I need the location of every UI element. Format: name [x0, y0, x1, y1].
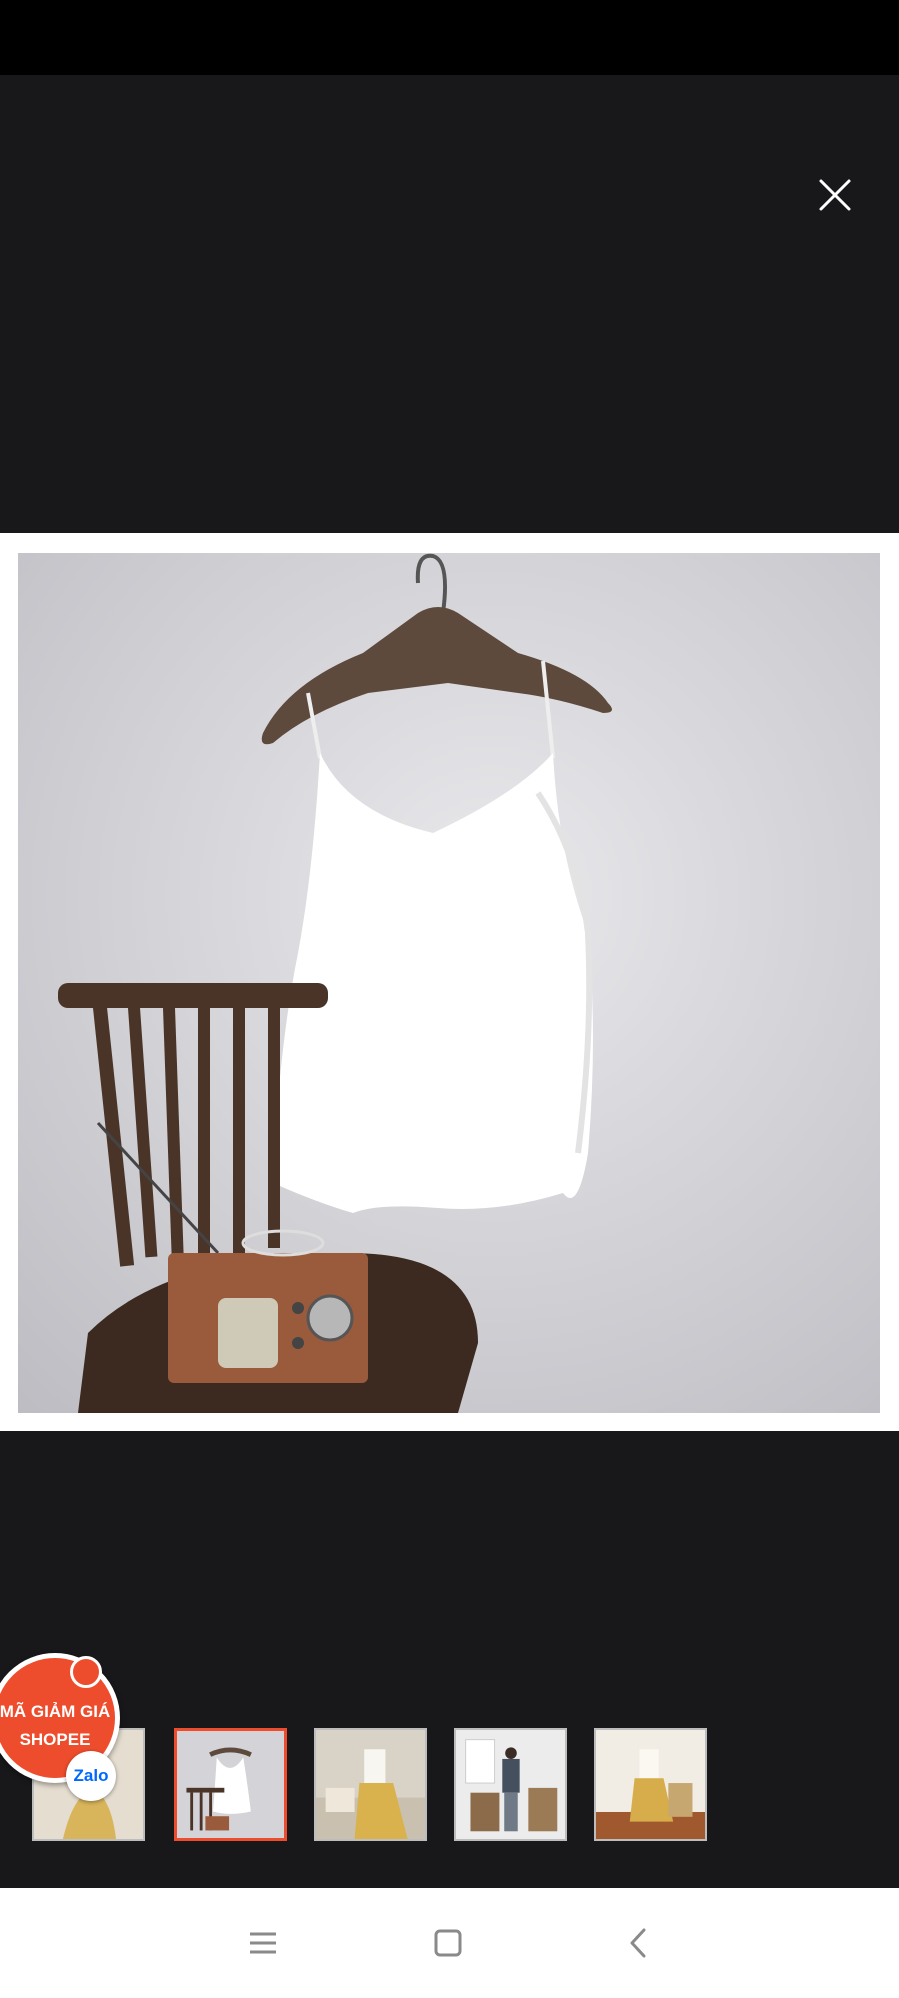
shopee-voucher-badge[interactable]: MÃ GIẢM GIÁ SHOPEE Zalo: [0, 1653, 126, 1801]
status-bar: [0, 0, 899, 75]
home-icon: [434, 1929, 462, 1957]
back-button[interactable]: [614, 1918, 664, 1968]
product-photo: [18, 553, 880, 1413]
thumbnail-strip: [0, 1728, 899, 1843]
menu-button[interactable]: [238, 1918, 288, 1968]
menu-icon: [250, 1932, 276, 1954]
thumbnail-4[interactable]: [454, 1728, 567, 1841]
promo-text: MÃ GIẢM GIÁ SHOPEE: [0, 1698, 112, 1754]
thumbnail-3-image: [316, 1730, 425, 1839]
promo-line-2: SHOPEE: [19, 1730, 91, 1749]
thumbnail-4-image: [456, 1730, 565, 1839]
thumbnail-3[interactable]: [314, 1728, 427, 1841]
system-navigation-bar: [0, 1888, 899, 1998]
zalo-label: Zalo: [73, 1766, 109, 1785]
main-product-image[interactable]: [0, 533, 899, 1431]
thumbnail-2[interactable]: [174, 1728, 287, 1841]
thumbnail-5-image: [596, 1730, 705, 1839]
close-button[interactable]: [805, 165, 865, 225]
close-icon: [819, 179, 851, 211]
back-icon: [630, 1928, 646, 1958]
thumbnail-5[interactable]: [594, 1728, 707, 1841]
promo-line-1: MÃ GIẢM GIÁ: [0, 1702, 111, 1721]
home-button[interactable]: [423, 1918, 473, 1968]
thumbnail-2-image: [177, 1731, 284, 1838]
zalo-button[interactable]: Zalo: [66, 1751, 116, 1801]
notification-dot: [70, 1656, 102, 1688]
